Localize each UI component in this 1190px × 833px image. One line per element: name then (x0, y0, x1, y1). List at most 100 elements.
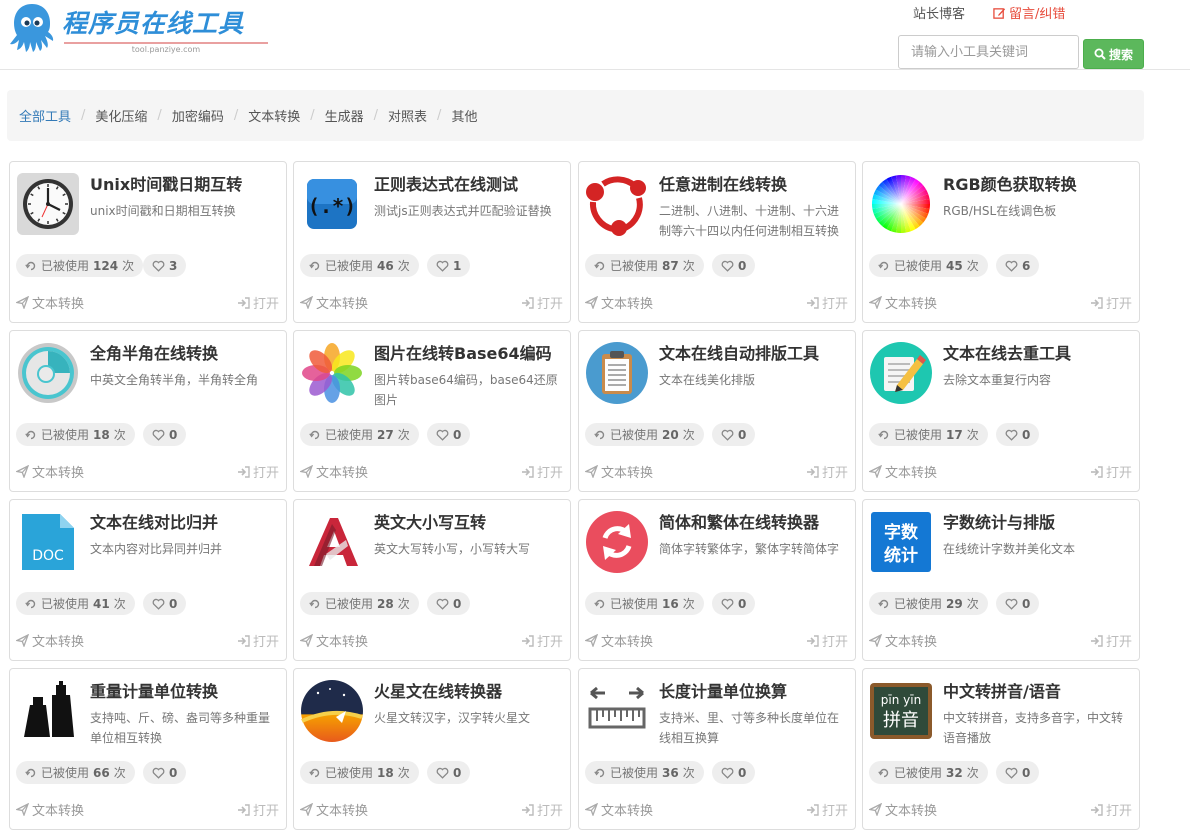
card-category-link[interactable]: 文本转换 (585, 800, 653, 819)
like-button[interactable]: 1 (427, 254, 471, 277)
rocket-night-icon[interactable] (300, 679, 364, 743)
toggle-circle-icon[interactable] (16, 341, 80, 405)
tool-card[interactable]: 重量计量单位转换 支持吨、斤、磅、盎司等多种重量单位相互转换 已被使用 66 次 0… (9, 668, 287, 830)
card-category-link[interactable]: 文本转换 (16, 293, 84, 312)
open-tool-link[interactable]: 打开 (1090, 462, 1132, 481)
search-input[interactable] (898, 35, 1079, 69)
photos-flower-icon[interactable] (300, 341, 364, 405)
open-tool-link[interactable]: 打开 (806, 631, 848, 650)
card-category-link[interactable]: 文本转换 (16, 462, 84, 481)
tool-card[interactable]: 图片在线转Base64编码 图片转base64编码，base64还原图片 已被使… (293, 330, 571, 492)
tool-card[interactable]: 长度计量单位换算 支持米、里、寸等多种长度单位在线相互换算 已被使用 36 次 0 … (578, 668, 856, 830)
crumb-encode[interactable]: 加密编码 (172, 106, 224, 125)
like-button[interactable]: 0 (996, 592, 1040, 615)
card-category-link[interactable]: 文本转换 (869, 462, 937, 481)
like-button[interactable]: 0 (712, 423, 756, 446)
open-tool-link[interactable]: 打开 (806, 462, 848, 481)
search-button[interactable]: 搜索 (1083, 39, 1144, 69)
card-category-link[interactable]: 文本转换 (585, 631, 653, 650)
refresh-circle-icon[interactable] (585, 510, 649, 574)
card-title[interactable]: 图片在线转Base64编码 (374, 340, 566, 364)
card-title[interactable]: 正则表达式在线测试 (374, 171, 566, 195)
message-link[interactable]: 留言/纠错 (993, 3, 1065, 22)
tool-card[interactable]: 任意进制在线转换 二进制、八进制、十进制、十六进制等六十四以内任何进制相互转换 … (578, 161, 856, 323)
card-category-link[interactable]: 文本转换 (300, 462, 368, 481)
color-wheel-icon[interactable] (869, 172, 933, 236)
like-button[interactable]: 0 (712, 592, 756, 615)
card-category-link[interactable]: 文本转换 (869, 293, 937, 312)
open-tool-link[interactable]: 打开 (1090, 800, 1132, 819)
like-button[interactable]: 0 (427, 592, 471, 615)
doc-file-icon[interactable]: DOC (16, 510, 80, 574)
tool-card[interactable]: 英文大小写互转 英文大写转小写，小写转大写 已被使用 28 次 0 文本转换 打开 (293, 499, 571, 661)
open-tool-link[interactable]: 打开 (237, 631, 279, 650)
blog-link[interactable]: 站长博客 (913, 3, 965, 22)
tool-card[interactable]: Unix时间戳日期互转 unix时间戳和日期相互转换 已被使用 124 次 3 文本… (9, 161, 287, 323)
crumb-reference[interactable]: 对照表 (388, 106, 427, 125)
card-title[interactable]: 字数统计与排版 (943, 509, 1135, 533)
card-category-link[interactable]: 文本转换 (16, 631, 84, 650)
like-button[interactable]: 0 (427, 423, 471, 446)
open-tool-link[interactable]: 打开 (806, 800, 848, 819)
tool-card[interactable]: (.*) 正则表达式在线测试 测试js正则表达式并匹配验证替换 已被使用 46 次 … (293, 161, 571, 323)
clock-icon[interactable] (16, 172, 80, 236)
site-logo[interactable]: 程序员在线工具 tool.panziye.com (8, 2, 268, 58)
like-button[interactable]: 6 (996, 254, 1040, 277)
card-title[interactable]: 文本在线去重工具 (943, 340, 1135, 364)
tool-card[interactable]: pīn yīn 拼音 中文转拼音/语音 中文转拼音，支持多音字，中文转语音播放 已… (862, 668, 1140, 830)
card-title[interactable]: 重量计量单位转换 (90, 678, 282, 702)
card-title[interactable]: 文本在线对比归并 (90, 509, 282, 533)
network-icon[interactable] (585, 172, 649, 236)
like-button[interactable]: 3 (143, 254, 187, 277)
like-button[interactable]: 0 (143, 761, 187, 784)
pencil-note-icon[interactable] (869, 341, 933, 405)
tool-card[interactable]: 火星文在线转换器 火星文转汉字，汉字转火星文 已被使用 18 次 0 文本转换 打开 (293, 668, 571, 830)
like-button[interactable]: 0 (143, 423, 187, 446)
card-title[interactable]: 简体和繁体在线转换器 (659, 509, 851, 533)
open-tool-link[interactable]: 打开 (806, 293, 848, 312)
like-button[interactable]: 0 (427, 761, 471, 784)
card-title[interactable]: 英文大小写互转 (374, 509, 566, 533)
crumb-beautify[interactable]: 美化压缩 (95, 106, 147, 125)
card-category-link[interactable]: 文本转换 (300, 631, 368, 650)
word-count-icon[interactable]: 字数 统计 (869, 510, 933, 574)
card-title[interactable]: 中文转拼音/语音 (943, 678, 1135, 702)
tool-card[interactable]: RGB颜色获取转换 RGB/HSL在线调色板 已被使用 45 次 6 文本转换 打开 (862, 161, 1140, 323)
like-button[interactable]: 0 (712, 761, 756, 784)
like-button[interactable]: 0 (712, 254, 756, 277)
blackboard-pinyin-icon[interactable]: pīn yīn 拼音 (869, 679, 933, 743)
like-button[interactable]: 0 (143, 592, 187, 615)
open-tool-link[interactable]: 打开 (237, 293, 279, 312)
tool-card[interactable]: 简体和繁体在线转换器 简体字转繁体字，繁体字转简体字 已被使用 16 次 0 文本转… (578, 499, 856, 661)
crumb-other[interactable]: 其他 (451, 106, 477, 125)
tool-card[interactable]: DOC 文本在线对比归并 文本内容对比异同并归并 已被使用 41 次 0 文本转换 … (9, 499, 287, 661)
open-tool-link[interactable]: 打开 (521, 293, 563, 312)
card-title[interactable]: 长度计量单位换算 (659, 678, 851, 702)
letter-a-icon[interactable] (300, 510, 364, 574)
ruler-icon[interactable] (585, 679, 649, 743)
regex-icon[interactable]: (.*) (300, 172, 364, 236)
card-category-link[interactable]: 文本转换 (300, 293, 368, 312)
card-title[interactable]: Unix时间戳日期互转 (90, 171, 282, 195)
card-title[interactable]: 全角半角在线转换 (90, 340, 282, 364)
card-category-link[interactable]: 文本转换 (16, 800, 84, 819)
tool-card[interactable]: 文本在线自动排版工具 文本在线美化排版 已被使用 20 次 0 文本转换 打开 (578, 330, 856, 492)
card-category-link[interactable]: 文本转换 (585, 462, 653, 481)
card-category-link[interactable]: 文本转换 (869, 631, 937, 650)
card-category-link[interactable]: 文本转换 (869, 800, 937, 819)
card-category-link[interactable]: 文本转换 (585, 293, 653, 312)
like-button[interactable]: 0 (996, 761, 1040, 784)
open-tool-link[interactable]: 打开 (1090, 631, 1132, 650)
card-title[interactable]: 火星文在线转换器 (374, 678, 566, 702)
card-category-link[interactable]: 文本转换 (300, 800, 368, 819)
crumb-text-convert[interactable]: 文本转换 (248, 106, 300, 125)
crumb-generator[interactable]: 生成器 (325, 106, 364, 125)
open-tool-link[interactable]: 打开 (521, 800, 563, 819)
crumb-all-tools[interactable]: 全部工具 (19, 106, 71, 125)
tool-card[interactable]: 文本在线去重工具 去除文本重复行内容 已被使用 17 次 0 文本转换 打开 (862, 330, 1140, 492)
tool-card[interactable]: 字数 统计 字数统计与排版 在线统计字数并美化文本 已被使用 29 次 0 文本转换 … (862, 499, 1140, 661)
open-tool-link[interactable]: 打开 (521, 462, 563, 481)
card-title[interactable]: RGB颜色获取转换 (943, 171, 1135, 195)
weights-icon[interactable] (16, 679, 80, 743)
like-button[interactable]: 0 (996, 423, 1040, 446)
